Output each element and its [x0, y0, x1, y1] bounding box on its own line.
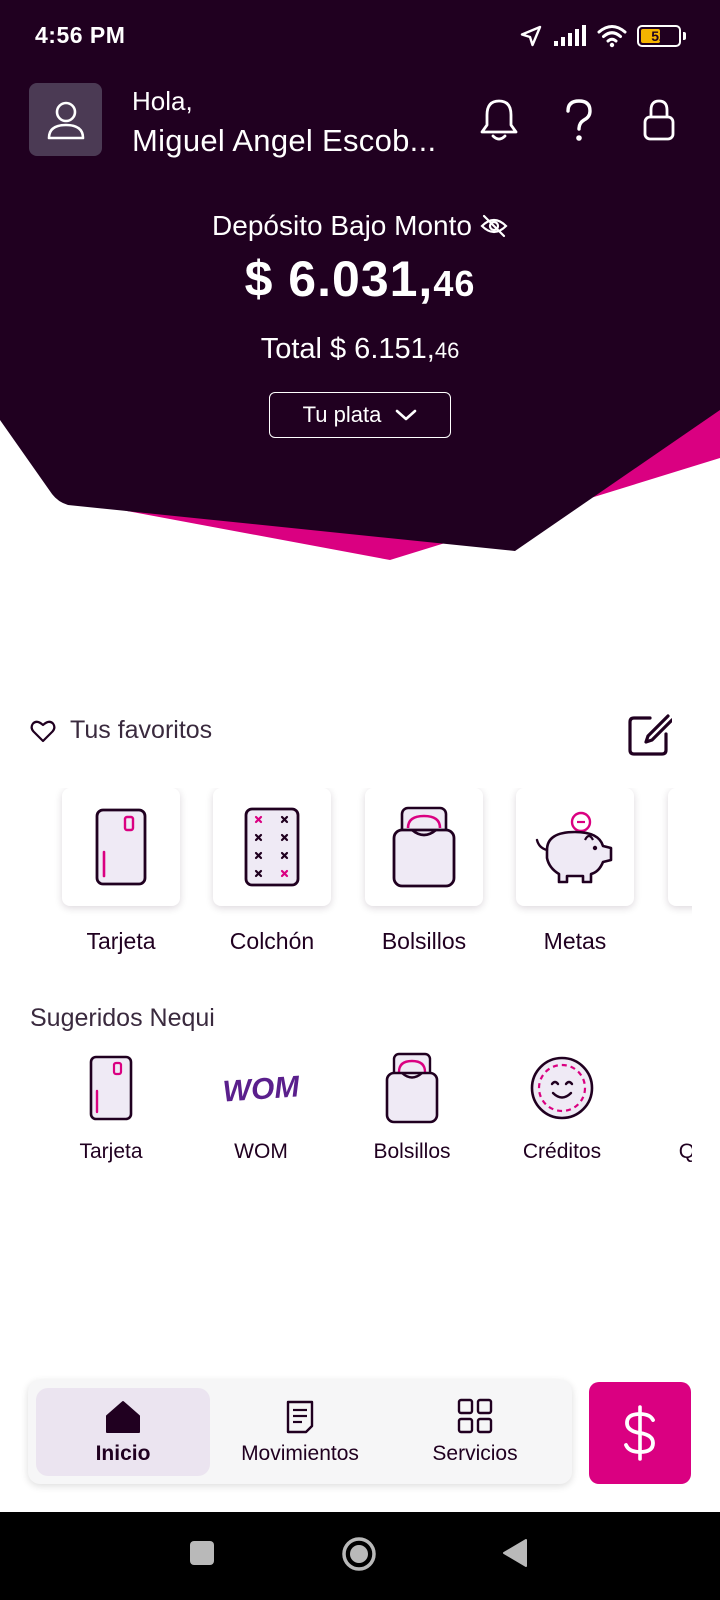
- suggested-qr[interactable]: QR N: [630, 1050, 692, 1164]
- suggested-label: WOM: [234, 1140, 288, 1163]
- mattress-icon: [244, 807, 300, 887]
- nav-servicios[interactable]: Servicios: [388, 1388, 562, 1476]
- heart-icon: [30, 720, 56, 742]
- qr-icon: [680, 1053, 692, 1123]
- favorite-metas[interactable]: Metas: [499, 788, 651, 955]
- suggested-bolsillos[interactable]: Bolsillos: [337, 1050, 487, 1164]
- suggested-title: Sugeridos Nequi: [30, 1004, 215, 1032]
- balance-amount-main: $ 6.031,: [244, 251, 434, 307]
- signal-icon: [554, 25, 586, 46]
- home-icon: [106, 1401, 140, 1433]
- smiley-coin-icon: [530, 1056, 594, 1120]
- suggested-row: Tarjeta WOM WOM Bolsillos Créditos Q: [0, 1050, 692, 1180]
- suggested-creditos[interactable]: Créditos: [487, 1050, 637, 1164]
- recent-apps-icon[interactable]: [189, 1540, 215, 1566]
- nav-inicio[interactable]: Inicio: [36, 1388, 210, 1476]
- favorite-label: Bolsillos: [381, 928, 467, 954]
- bell-icon: [480, 99, 518, 141]
- balance-label-text: Depósito Bajo Monto: [212, 210, 472, 241]
- favorite-card: [213, 788, 331, 906]
- location-arrow-icon: [520, 25, 542, 47]
- piggy-bank-icon: [535, 811, 613, 884]
- suggested-icon: WOM: [186, 1050, 336, 1126]
- battery-tip: [683, 32, 686, 40]
- favorite-label: Tarjeta: [86, 928, 156, 954]
- wom-logo: WOM: [222, 1070, 302, 1108]
- wifi-icon: [597, 25, 627, 48]
- nav-icon: [388, 1388, 562, 1434]
- notifications-button[interactable]: [478, 96, 520, 144]
- lock-icon: [643, 99, 675, 141]
- balance-total-main: Total $ 6.151,: [260, 333, 435, 365]
- suggested-icon: [337, 1050, 487, 1126]
- suggested-icon: [36, 1050, 186, 1126]
- favorite-label: Metas: [543, 928, 607, 954]
- greeting: Hola, Miguel Angel Escob...: [132, 86, 436, 159]
- wom-logo-text: WOM: [222, 1070, 302, 1108]
- back-icon[interactable]: [502, 1538, 528, 1568]
- tu-plata-dropdown[interactable]: Tu plata: [269, 392, 451, 438]
- avatar[interactable]: [29, 83, 102, 156]
- suggested-icon: [630, 1050, 692, 1126]
- favorite-more[interactable]: [651, 788, 692, 906]
- nav-label: Movimientos: [241, 1442, 359, 1465]
- dollar-icon: [624, 1405, 655, 1461]
- suggested-label: Tarjeta: [79, 1140, 143, 1163]
- suggested-icon: [487, 1050, 637, 1126]
- favorite-colchon[interactable]: Colchón: [196, 788, 348, 955]
- eye-off-icon[interactable]: [480, 214, 508, 238]
- favorites-title: Tus favoritos: [70, 716, 213, 744]
- nav-movimientos[interactable]: Movimientos: [213, 1388, 387, 1476]
- lock-button[interactable]: [638, 96, 680, 144]
- home-circle-icon[interactable]: [341, 1536, 377, 1572]
- edit-favorites-icon[interactable]: [626, 712, 672, 758]
- document-icon: [286, 1400, 314, 1434]
- favorites-header: Tus favoritos: [30, 716, 212, 745]
- suggested-label: Bolsillos: [373, 1140, 451, 1163]
- user-icon: [47, 101, 84, 139]
- user-name: Miguel Angel Escob...: [132, 123, 437, 158]
- system-nav-bar: [0, 1512, 720, 1600]
- pockets-icon: [392, 806, 456, 888]
- balance-label: Depósito Bajo Monto: [0, 210, 720, 242]
- balance-amount: $ 6.031,46: [0, 250, 720, 308]
- suggested-wom[interactable]: WOM WOM: [186, 1050, 336, 1164]
- card-icon: [89, 1055, 133, 1121]
- nav-icon: [213, 1388, 387, 1434]
- tu-plata-label: Tu plata: [302, 402, 382, 427]
- status-icons: 52: [519, 22, 686, 50]
- favorite-bolsillos[interactable]: Bolsillos: [348, 788, 500, 955]
- battery-icon: 52: [637, 25, 681, 47]
- chevron-down-icon: [396, 409, 417, 421]
- help-icon: [566, 99, 592, 141]
- nav-icon: [36, 1388, 210, 1434]
- balance-total-decimals: 46: [434, 338, 460, 363]
- pockets-icon: [385, 1052, 439, 1124]
- nav-label: Inicio: [95, 1442, 151, 1465]
- suggested-tarjeta[interactable]: Tarjeta: [36, 1050, 186, 1164]
- help-button[interactable]: [558, 96, 600, 144]
- pay-button[interactable]: [589, 1382, 691, 1484]
- favorite-tarjeta[interactable]: Tarjeta: [45, 788, 197, 955]
- bottom-nav: Inicio Movimientos Servicios: [28, 1380, 572, 1484]
- favorite-label: Colchón: [229, 928, 315, 954]
- grid-icon: [457, 1398, 493, 1434]
- favorite-card: [365, 788, 483, 906]
- favorite-card: [516, 788, 634, 906]
- greeting-hello: Hola,: [132, 86, 193, 116]
- suggested-label: QR N: [678, 1140, 692, 1163]
- card-icon: [95, 808, 147, 886]
- status-bar: 4:56 PM 52: [0, 0, 720, 70]
- status-time: 4:56 PM: [35, 22, 126, 48]
- favorite-card: [668, 788, 692, 906]
- nav-label: Servicios: [432, 1442, 518, 1465]
- favorites-row: Tarjeta Colchón Bolsillos Metas: [0, 788, 692, 968]
- header-actions: [478, 96, 680, 144]
- balance-total: Total $ 6.151,46: [0, 333, 720, 366]
- balance-amount-decimals: 46: [433, 263, 476, 304]
- battery-level: 52: [651, 28, 667, 44]
- favorite-card: [62, 788, 180, 906]
- suggested-label: Créditos: [522, 1140, 602, 1163]
